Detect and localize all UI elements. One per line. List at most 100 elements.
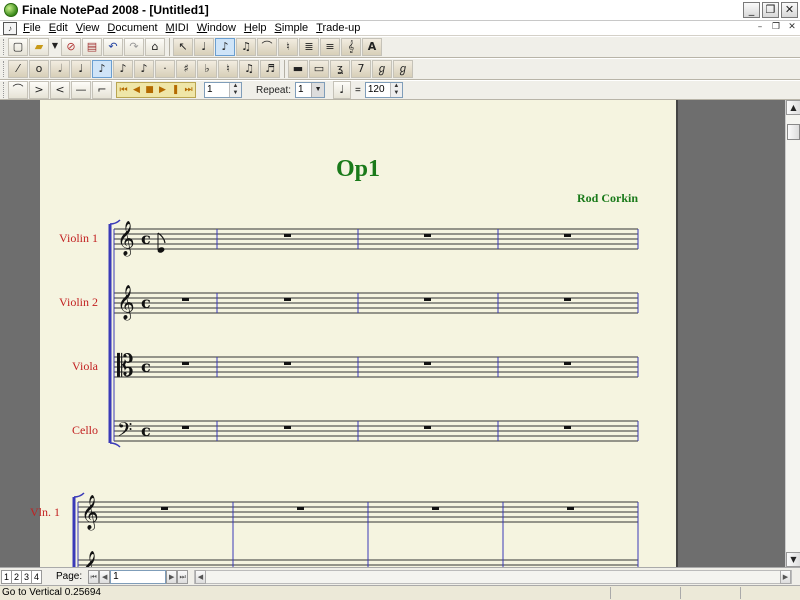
vertical-scrollbar[interactable]: ▲ ▼ [785, 100, 800, 567]
tempo-note-icon[interactable]: ♩ [333, 81, 352, 99]
time-signature: c [141, 229, 151, 248]
treble-clef-icon: 𝄞 [117, 221, 135, 257]
eraser-icon[interactable]: ⁄ [8, 60, 28, 78]
scroll-down-icon[interactable]: ▼ [786, 552, 800, 567]
scroll-left-icon[interactable]: ◀ [195, 570, 206, 584]
page-number-input[interactable]: 1 [110, 569, 167, 584]
vertical-scroll-thumb[interactable] [787, 124, 800, 140]
open-icon[interactable]: ▰ [29, 38, 49, 56]
text-icon[interactable]: ≣ [299, 38, 319, 56]
selection-icon[interactable]: ⌂ [145, 38, 165, 56]
menu-document[interactable]: Document [103, 22, 161, 35]
thirtysecond-rest-icon[interactable]: ℊ [393, 60, 413, 78]
speedy-entry-icon[interactable]: ♫ [236, 38, 256, 56]
save-icon[interactable]: ⊘ [61, 38, 81, 56]
dropdown-icon[interactable]: ▼ [50, 38, 60, 56]
first-page-icon[interactable]: ⏮ [88, 569, 100, 584]
line-icon[interactable]: — [71, 81, 91, 99]
sixteenth-note-icon[interactable]: ♪ [113, 60, 133, 78]
play-icon[interactable]: ▶ [156, 83, 169, 97]
doc-close-button[interactable]: ✕ [786, 22, 798, 33]
status-panel [740, 587, 800, 599]
dot-icon[interactable]: · [155, 60, 175, 78]
menu-trade-up[interactable]: Trade-up [312, 22, 364, 35]
page-label: Page: [56, 571, 83, 582]
lyrics-icon[interactable]: ≡ [320, 38, 340, 56]
rewind-start-icon[interactable]: ⏮ [117, 83, 130, 97]
half-note-icon[interactable]: 𝅗𝅥 [50, 60, 70, 78]
playback-measure-input[interactable]: 1 ▲ ▼ [204, 82, 242, 98]
menu-window[interactable]: Window [193, 22, 240, 35]
maximize-button[interactable]: ❐ [762, 2, 779, 18]
measure-icon[interactable]: ♩ [194, 38, 214, 56]
menu-midi[interactable]: MIDI [162, 22, 193, 35]
next-page-icon[interactable]: ▶ [166, 569, 178, 584]
last-page-icon[interactable]: ⏭ [177, 569, 189, 584]
slur-icon[interactable]: ⌒ [8, 81, 28, 99]
tie-icon[interactable]: ♫ [239, 60, 259, 78]
smart-shape-icon[interactable]: ⌒ [257, 38, 277, 56]
natural-icon[interactable]: ♮ [218, 60, 238, 78]
toolbar-grip[interactable] [3, 61, 6, 77]
pause-icon[interactable]: ❚ [169, 83, 182, 97]
previous-page-icon[interactable]: ◀ [99, 569, 111, 584]
bass-clef-icon: 𝄢 [117, 418, 132, 446]
chord-icon[interactable]: 𝄞 [341, 38, 361, 56]
sixteenth-rest-icon[interactable]: ℊ [372, 60, 392, 78]
chevron-down-icon[interactable]: ▼ [311, 83, 325, 97]
page-tab-4[interactable]: 4 [31, 569, 42, 584]
whole-note-icon[interactable]: o [29, 60, 49, 78]
tempo-spinner[interactable]: ▲ ▼ [389, 83, 402, 97]
menu-simple[interactable]: Simple [271, 22, 313, 35]
bend-icon[interactable]: ⌐ [92, 81, 112, 99]
font-icon[interactable]: A [362, 38, 382, 56]
minimize-button[interactable]: _ [743, 2, 760, 18]
quarter-rest-icon[interactable]: ʓ [330, 60, 350, 78]
measure-spinner[interactable]: ▲ ▼ [229, 83, 241, 97]
undo-icon[interactable]: ↶ [103, 38, 123, 56]
thirtysecond-note-icon[interactable]: ♪ [134, 60, 154, 78]
score-workspace[interactable]: Op1 Rod Corkin Violin 1 Violin 2 Viola C… [0, 100, 785, 567]
repeat-select[interactable]: 1 ▼ [295, 82, 326, 98]
scroll-right-icon[interactable]: ▶ [780, 570, 791, 584]
doc-restore-button[interactable]: ❐ [770, 22, 782, 33]
staff-icon[interactable]: ↖ [173, 38, 193, 56]
document-menu-icon[interactable]: ♪ [3, 21, 17, 35]
score-page[interactable]: Op1 Rod Corkin Violin 1 Violin 2 Viola C… [30, 100, 676, 567]
treble-clef-icon: 𝄞 [81, 551, 99, 567]
redo-icon[interactable]: ↷ [124, 38, 144, 56]
music-staves[interactable]: 𝄞 c 𝄞 c 𝄡 c 𝄢 c 𝄞 𝄞 [40, 100, 676, 567]
quarter-note-icon[interactable]: ♩ [71, 60, 91, 78]
horizontal-scrollbar[interactable]: ◀ ▶ [194, 570, 792, 584]
eighth-rest-icon[interactable]: 7 [351, 60, 371, 78]
menu-view[interactable]: View [72, 22, 104, 35]
window-title: Finale NotePad 2008 - [Untitled1] [22, 3, 209, 17]
toolbar-grip[interactable] [3, 82, 6, 98]
new-icon[interactable]: ▢ [8, 38, 28, 56]
tempo-input[interactable]: 120 ▲ ▼ [364, 82, 403, 98]
flat-icon[interactable]: ♭ [197, 60, 217, 78]
stop-icon[interactable]: ■ [143, 83, 156, 97]
simple-entry-icon[interactable]: ♪ [215, 38, 235, 56]
scroll-up-icon[interactable]: ▲ [786, 100, 800, 115]
whole-rest [424, 362, 431, 365]
half-rest-icon[interactable]: ▭ [309, 60, 329, 78]
sharp-icon[interactable]: ♯ [176, 60, 196, 78]
print-icon[interactable]: ▤ [82, 38, 102, 56]
status-panel [680, 587, 740, 599]
whole-rest-icon[interactable]: ▬ [288, 60, 308, 78]
toolbar-grip[interactable] [3, 39, 6, 55]
menu-help[interactable]: Help [240, 22, 271, 35]
doc-minimize-button[interactable]: – [754, 22, 766, 33]
menu-edit[interactable]: Edit [45, 22, 72, 35]
close-button[interactable]: ✕ [781, 2, 798, 18]
finale-app-icon[interactable] [4, 3, 18, 17]
rewind-icon[interactable]: ◀ [130, 83, 143, 97]
articulation-icon[interactable]: ♮ [278, 38, 298, 56]
eighth-note-icon[interactable]: ♪ [92, 60, 112, 78]
tuplet-icon[interactable]: ♬ [260, 60, 280, 78]
forward-icon[interactable]: ⏭ [182, 83, 195, 97]
menu-file[interactable]: File [19, 22, 45, 35]
decrescendo-icon[interactable]: < [50, 81, 70, 99]
crescendo-icon[interactable]: > [29, 81, 49, 99]
